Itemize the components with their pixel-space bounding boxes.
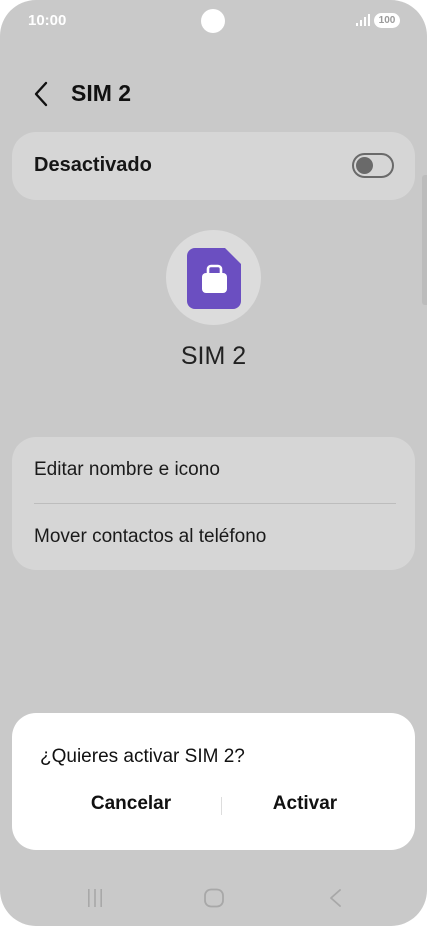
menu-item-move-contacts[interactable]: Mover contactos al teléfono	[12, 504, 415, 570]
sim-status-toggle-row[interactable]: Desactivado	[12, 132, 415, 200]
sim-name: SIM 2	[180, 342, 247, 370]
phone-screen: 10:00 100 SIM 2 Desactivado SIM 2 Editar…	[0, 0, 427, 926]
toggle-thumb	[356, 157, 373, 174]
status-time: 10:00	[28, 12, 67, 29]
signal-icon	[356, 14, 370, 26]
briefcase-sim-icon	[187, 248, 241, 309]
front-camera	[201, 9, 225, 33]
recents-icon[interactable]	[86, 887, 104, 909]
toggle-label: Desactivado	[34, 154, 152, 176]
cancel-button[interactable]: Cancelar	[52, 793, 210, 819]
activate-button[interactable]: Activar	[226, 793, 384, 819]
button-separator	[221, 797, 222, 815]
activate-sim-dialog: ¿Quieres activar SIM 2? Cancelar Activar	[12, 713, 415, 850]
back-icon[interactable]	[328, 887, 342, 909]
edge-panel-handle[interactable]	[422, 175, 427, 305]
sim-toggle-switch[interactable]	[352, 153, 394, 178]
page-title: SIM 2	[71, 80, 132, 106]
chevron-left-icon[interactable]	[30, 80, 52, 108]
menu-item-edit-name-icon[interactable]: Editar nombre e icono	[12, 437, 415, 503]
home-icon[interactable]	[203, 887, 225, 909]
dialog-title: ¿Quieres activar SIM 2?	[40, 746, 245, 767]
battery-indicator: 100	[374, 13, 400, 28]
sim-options-card: Editar nombre e icono Mover contactos al…	[12, 437, 415, 570]
